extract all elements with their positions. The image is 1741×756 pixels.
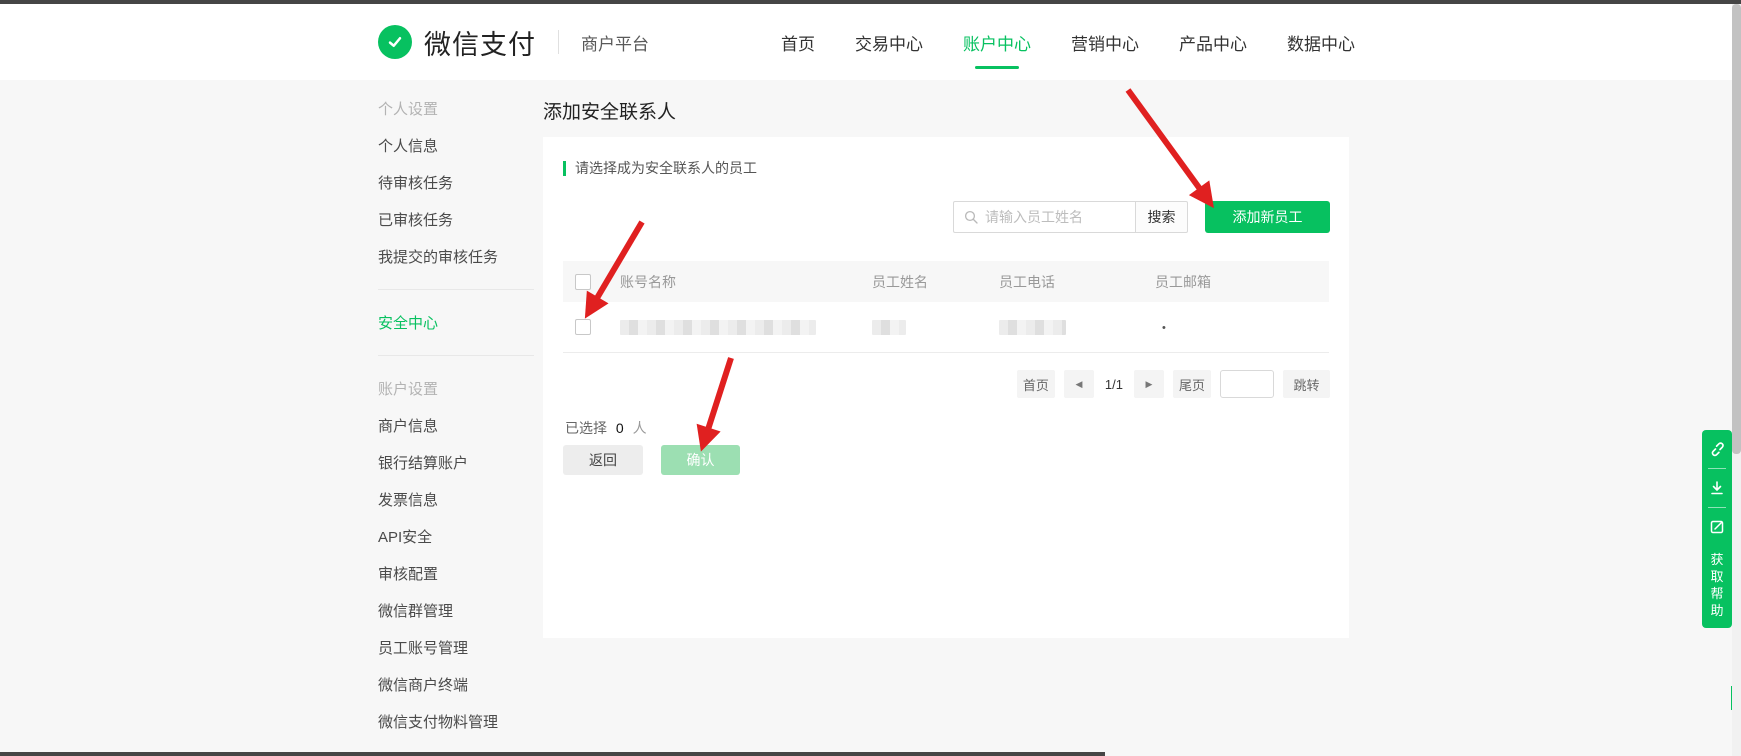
table-row: •: [563, 302, 1329, 353]
first-page-button[interactable]: 首页: [1017, 370, 1055, 398]
sidebar-item-my-submitted-tasks[interactable]: 我提交的审核任务: [378, 238, 534, 275]
sidebar-section-personal-settings: 个人设置: [378, 90, 534, 127]
sidebar-item-wechat-group-management[interactable]: 微信群管理: [378, 592, 534, 629]
sidebar-divider: [378, 289, 534, 290]
selection-prefix: 已选择: [565, 420, 607, 436]
last-page-button[interactable]: 尾页: [1173, 370, 1211, 398]
sidebar-item-review-config[interactable]: 审核配置: [378, 555, 534, 592]
redacted-staff-phone: [999, 320, 1066, 335]
sidebar-item-pending-review-tasks[interactable]: 待审核任务: [378, 164, 534, 201]
section-header: 请选择成为安全联系人的员工: [563, 158, 757, 178]
confirm-button-disabled[interactable]: 确认: [661, 445, 740, 475]
download-icon[interactable]: [1702, 469, 1732, 507]
nav-item-product-center[interactable]: 产品中心: [1177, 20, 1249, 65]
sidebar-item-staff-account-management[interactable]: 员工账号管理: [378, 629, 534, 666]
table-header-row: 账号名称 员工姓名 员工电话 员工邮箱: [563, 261, 1329, 302]
page-title: 添加安全联系人: [543, 97, 676, 124]
back-button[interactable]: 返回: [563, 445, 643, 475]
get-help-button[interactable]: 获 取 帮 助: [1710, 546, 1723, 619]
sidebar-item-wechat-merchant-terminal[interactable]: 微信商户终端: [378, 666, 534, 703]
column-header-staff-phone: 员工电话: [999, 272, 1155, 292]
column-header-staff-email: 员工邮箱: [1155, 272, 1329, 292]
section-title: 请选择成为安全联系人的员工: [575, 158, 757, 178]
scrollbar-thumb[interactable]: [1732, 4, 1741, 454]
sidebar-item-reviewed-tasks[interactable]: 已审核任务: [378, 201, 534, 238]
brand[interactable]: 微信支付 商户平台: [378, 23, 649, 62]
sidebar-item-security-center[interactable]: 安全中心: [378, 304, 534, 341]
content-card: 请选择成为安全联系人的员工 搜索 添加新员工 账号名称 员工姓名 员工电话 员工…: [543, 137, 1349, 638]
staff-email-mark: •: [1155, 322, 1166, 334]
search-button[interactable]: 搜索: [1135, 201, 1188, 233]
column-header-staff-name: 员工姓名: [872, 272, 999, 292]
add-new-staff-button[interactable]: 添加新员工: [1205, 201, 1330, 233]
redacted-account-name: [620, 320, 816, 335]
link-icon[interactable]: [1702, 430, 1732, 468]
staff-table: 账号名称 员工姓名 员工电话 员工邮箱 •: [563, 261, 1329, 353]
redacted-staff-name: [872, 320, 906, 335]
feedback-icon[interactable]: [1702, 508, 1732, 546]
sidebar-item-wechat-pay-material-management[interactable]: 微信支付物料管理: [378, 703, 534, 740]
prev-page-button[interactable]: ◀: [1064, 370, 1094, 398]
nav-item-marketing-center[interactable]: 营销中心: [1069, 20, 1141, 65]
sidebar-section-account-settings: 账户设置: [378, 370, 534, 407]
sidebar-item-invoice-info[interactable]: 发票信息: [378, 481, 534, 518]
window-bottom-edge: [0, 752, 1105, 756]
main-nav: 首页 交易中心 账户中心 营销中心 产品中心 数据中心: [779, 20, 1357, 65]
sidebar-item-api-security[interactable]: API安全: [378, 518, 534, 555]
wechat-pay-logo-icon: [378, 25, 412, 59]
next-page-button[interactable]: ▶: [1134, 370, 1164, 398]
search-row: 搜索 添加新员工: [953, 201, 1330, 233]
action-row: 返回 确认: [563, 445, 740, 475]
nav-item-transaction-center[interactable]: 交易中心: [853, 20, 925, 65]
select-all-checkbox[interactable]: [575, 274, 591, 290]
jump-page-input[interactable]: [1220, 370, 1274, 398]
column-header-account-name: 账号名称: [620, 272, 872, 292]
sidebar: 个人设置 个人信息 待审核任务 已审核任务 我提交的审核任务 安全中心 账户设置…: [378, 84, 534, 756]
pagination: 首页 ◀ 1/1 ▶ 尾页 跳转: [1017, 370, 1330, 398]
search-box: [953, 201, 1135, 233]
nav-item-account-center[interactable]: 账户中心: [961, 20, 1033, 65]
section-accent-bar: [563, 161, 566, 176]
brand-divider: [558, 30, 559, 54]
search-input[interactable]: [985, 209, 1125, 225]
help-char: 帮: [1710, 585, 1723, 602]
sidebar-divider: [378, 355, 534, 356]
help-char: 获: [1710, 551, 1723, 568]
sidebar-item-personal-info[interactable]: 个人信息: [378, 127, 534, 164]
selection-suffix: 人: [633, 420, 647, 436]
nav-item-home[interactable]: 首页: [779, 20, 817, 65]
sidebar-item-bank-settlement-account[interactable]: 银行结算账户: [378, 444, 534, 481]
page-indicator: 1/1: [1105, 377, 1123, 392]
sidebar-item-merchant-info[interactable]: 商户信息: [378, 407, 534, 444]
selection-summary: 已选择 0 人: [565, 418, 647, 438]
portal-label: 商户平台: [581, 30, 649, 55]
selection-count: 0: [616, 420, 624, 436]
brand-title: 微信支付: [424, 23, 536, 62]
window-top-edge: [0, 0, 1741, 4]
search-icon: [964, 210, 978, 224]
help-char: 取: [1710, 568, 1723, 585]
row-checkbox[interactable]: [575, 319, 591, 335]
top-navbar: 微信支付 商户平台 首页 交易中心 账户中心 营销中心 产品中心 数据中心: [0, 4, 1741, 80]
nav-item-data-center[interactable]: 数据中心: [1285, 20, 1357, 65]
jump-button[interactable]: 跳转: [1283, 370, 1330, 398]
help-char: 助: [1710, 602, 1723, 619]
floating-help-panel: 获 取 帮 助: [1702, 430, 1732, 628]
